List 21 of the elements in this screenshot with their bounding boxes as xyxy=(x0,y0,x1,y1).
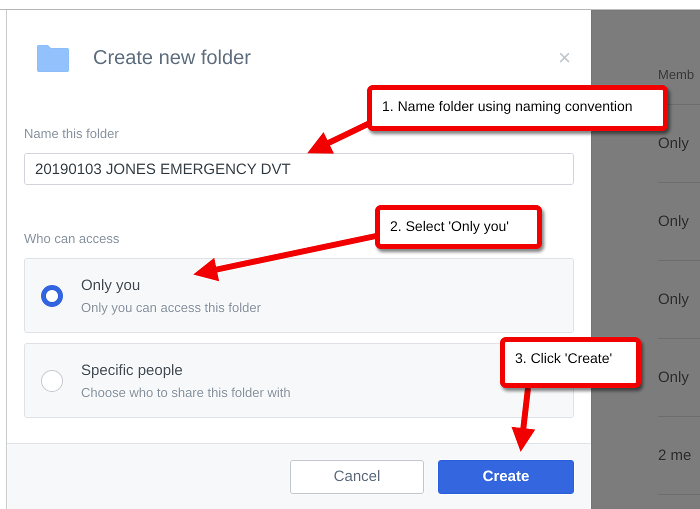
callout-note: 2. Select 'Only you' xyxy=(375,205,542,249)
cancel-button[interactable]: Cancel xyxy=(290,460,424,494)
create-button[interactable]: Create xyxy=(438,460,574,494)
radio-button[interactable] xyxy=(41,284,63,306)
field-label: Name this folder xyxy=(24,126,119,141)
access-option[interactable]: Only you Only you can access this folder xyxy=(24,258,574,333)
section-label: Who can access xyxy=(24,231,120,246)
option-description: Only you can access this folder xyxy=(81,300,261,314)
folder-name-field[interactable]: 20190103 JONES EMERGENCY DVT xyxy=(24,153,574,185)
arrow xyxy=(511,388,536,452)
dialog-title: Create new folder xyxy=(93,46,252,70)
option-description: Choose who to share this folder with xyxy=(81,384,291,400)
option-label: Only you xyxy=(81,276,142,294)
list-cell: Only xyxy=(658,261,700,339)
list-cell: 2 me xyxy=(658,417,700,495)
callout-note: 3. Click 'Create' xyxy=(500,337,641,388)
callout-note: 1. Name folder using naming convention xyxy=(367,85,668,131)
option-label: Specific people xyxy=(81,362,184,378)
folder-icon xyxy=(37,44,69,72)
list-cell: Only xyxy=(658,339,700,417)
list-cell: Only xyxy=(658,183,700,261)
